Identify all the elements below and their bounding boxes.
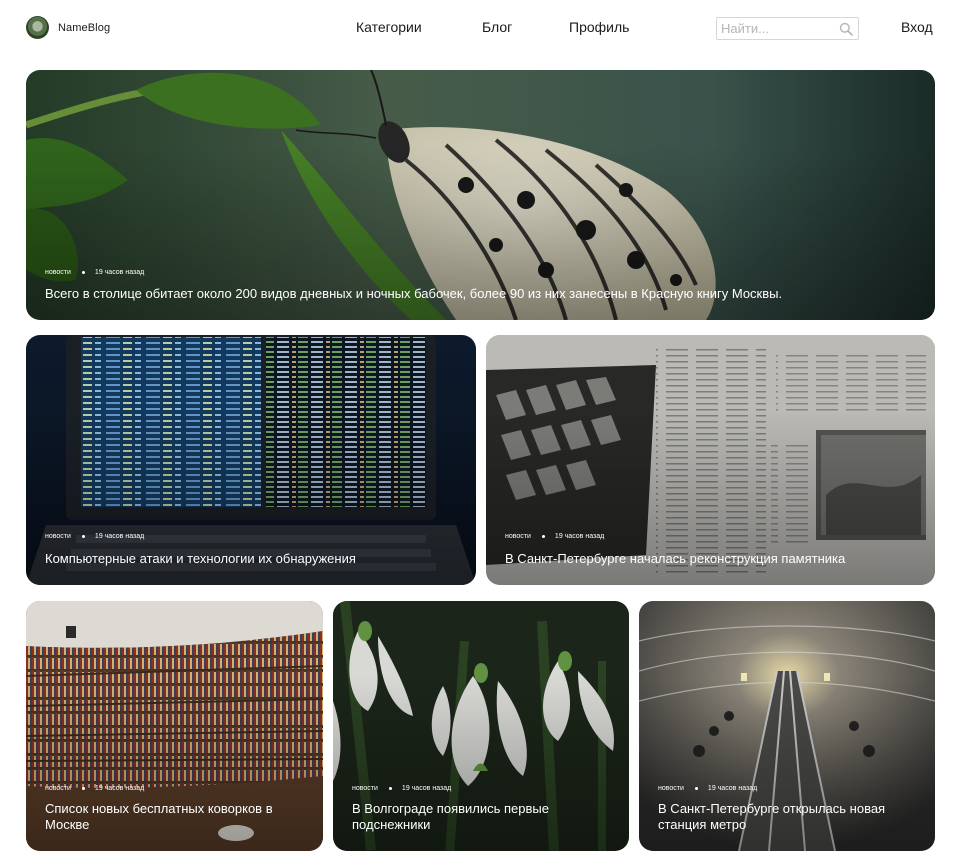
article-card-monument[interactable]: новости 19 часов назад В Санкт-Петербург…	[486, 335, 935, 585]
nav-blog[interactable]: Блог	[482, 19, 512, 35]
card-tag[interactable]: новости	[352, 785, 378, 792]
separator-dot	[81, 535, 85, 538]
card-meta: новости 19 часов назад	[505, 533, 604, 540]
article-card-cyber[interactable]: новости 19 часов назад Компьютерные атак…	[26, 335, 476, 585]
separator-dot	[388, 787, 392, 790]
card-overlay	[486, 335, 935, 585]
article-card-butterfly[interactable]: новости 19 часов назад Всего в столице о…	[26, 70, 935, 320]
card-meta: новости 19 часов назад	[45, 269, 144, 276]
search-icon[interactable]	[839, 22, 853, 36]
card-title[interactable]: В Санкт-Петербурге началась реконструкци…	[505, 551, 917, 567]
article-card-snowdrops[interactable]: новости 19 часов назад В Волгограде появ…	[333, 601, 629, 851]
logo-avatar	[26, 16, 49, 39]
card-tag[interactable]: новости	[658, 785, 684, 792]
brand-name: NameBlog	[58, 21, 111, 34]
article-card-metro[interactable]: новости 19 часов назад В Санкт-Петербург…	[639, 601, 935, 851]
card-meta: новости 19 часов назад	[45, 533, 144, 540]
separator-dot	[694, 787, 698, 790]
separator-dot	[541, 535, 545, 538]
login-link[interactable]: Вход	[901, 19, 933, 35]
card-title[interactable]: В Волгограде появились первые подснежник…	[352, 801, 611, 833]
nav-categories[interactable]: Категории	[356, 19, 422, 35]
card-tag[interactable]: новости	[505, 533, 531, 540]
card-tag[interactable]: новости	[45, 269, 71, 276]
card-time: 19 часов назад	[401, 785, 452, 792]
card-tag[interactable]: новости	[45, 533, 71, 540]
card-meta: новости 19 часов назад	[658, 785, 757, 792]
card-meta: новости 19 часов назад	[45, 785, 144, 792]
card-overlay	[26, 70, 935, 320]
card-title[interactable]: Список новых бесплатных коворков в Москв…	[45, 801, 305, 833]
site-header: NameBlog Категории Блог Профиль Вход	[0, 0, 960, 56]
card-meta: новости 19 часов назад	[352, 785, 451, 792]
card-time: 19 часов назад	[94, 785, 145, 792]
card-title[interactable]: В Санкт-Петербурге открылась новая станц…	[658, 801, 917, 833]
card-tag[interactable]: новости	[45, 785, 71, 792]
card-time: 19 часов назад	[554, 533, 605, 540]
card-overlay	[26, 335, 476, 585]
card-time: 19 часов назад	[94, 269, 145, 276]
separator-dot	[81, 271, 85, 274]
card-title[interactable]: Всего в столице обитает около 200 видов …	[45, 286, 917, 302]
separator-dot	[81, 787, 85, 790]
card-title[interactable]: Компьютерные атаки и технологии их обнар…	[45, 551, 458, 567]
search-input[interactable]	[721, 20, 833, 37]
search-box	[716, 17, 859, 40]
card-time: 19 часов назад	[94, 533, 145, 540]
logo[interactable]: NameBlog	[26, 16, 110, 39]
nav-profile[interactable]: Профиль	[569, 19, 629, 35]
card-time: 19 часов назад	[707, 785, 758, 792]
article-card-coworking[interactable]: новости 19 часов назад Список новых бесп…	[26, 601, 323, 851]
